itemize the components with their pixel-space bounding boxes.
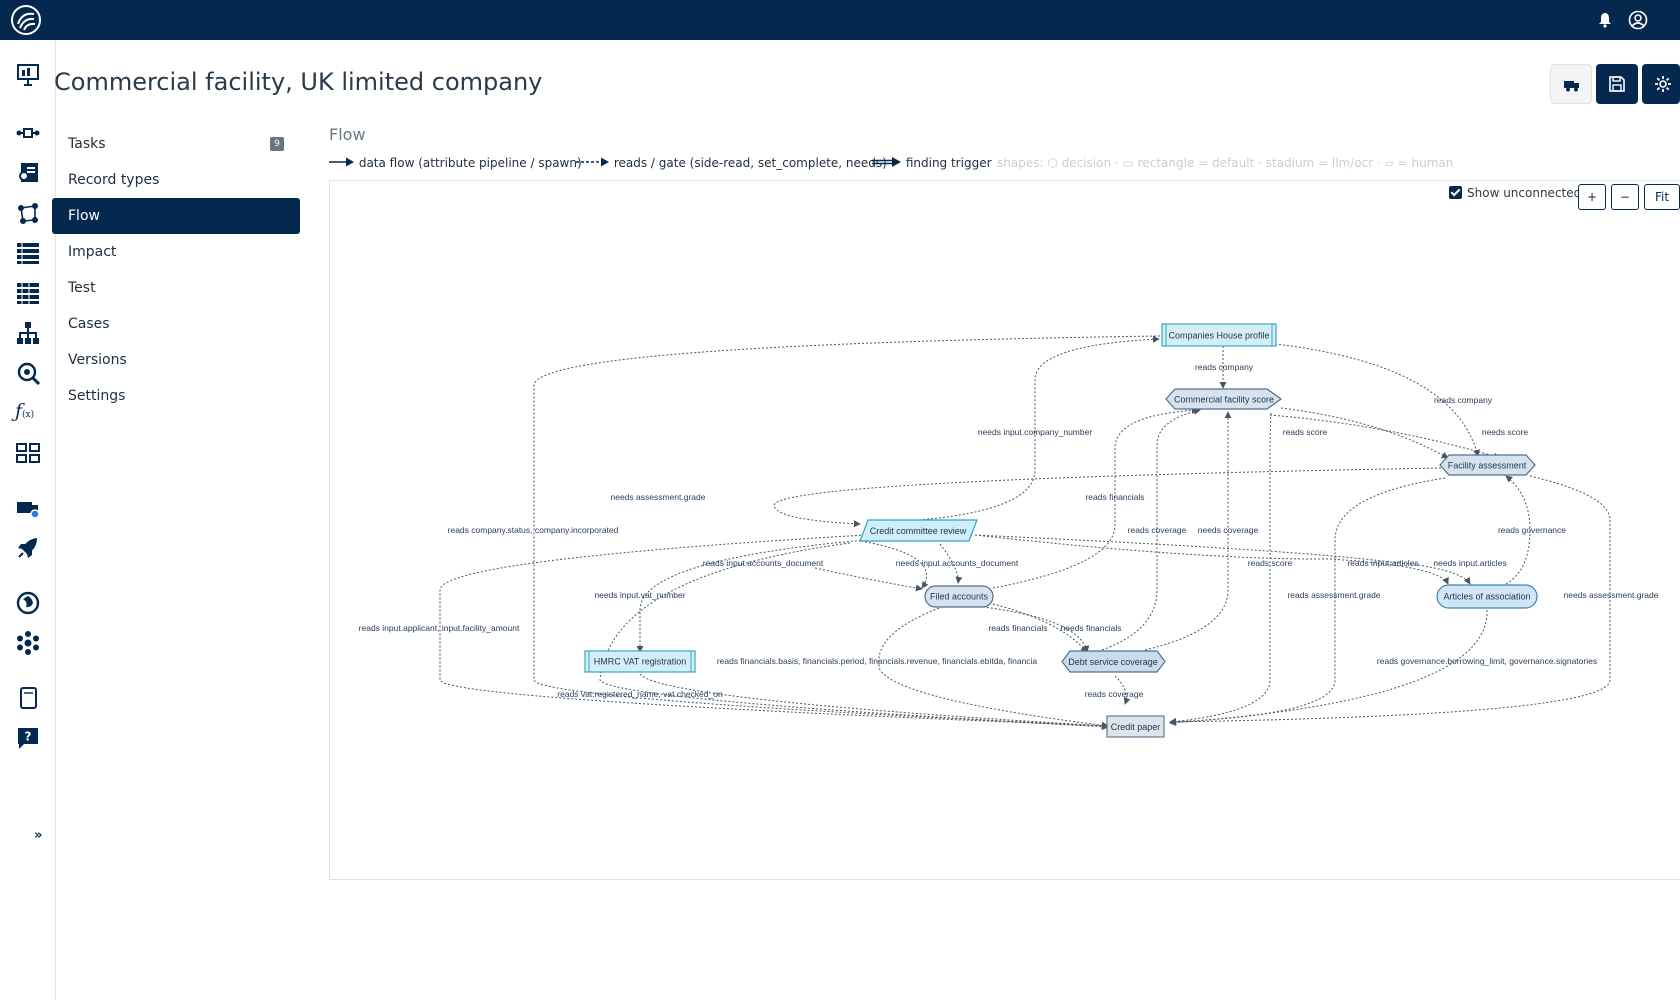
edge-label: needs financials [1061,623,1122,633]
node-label: Credit paper [1111,722,1161,732]
node-credit-paper[interactable]: Credit paper [1106,715,1165,738]
node-label: Facility assessment [1448,461,1527,471]
edge-label: reads coverage [1085,689,1144,699]
node-label: Companies House profile [1168,331,1269,341]
node-label: Commercial facility score [1174,395,1274,405]
edge-label: reads financials [988,623,1047,633]
node-commercial-score[interactable]: Commercial facility score [1165,388,1283,410]
edge-label: reads company [1434,395,1493,405]
node-label: Debt service coverage [1068,657,1158,667]
edge-label: reads input.applicant, input.facility_am… [359,623,520,633]
edge-label: needs input.company_number [978,427,1093,437]
edge-label: needs coverage [1198,525,1259,535]
edge-label: needs input.articles [1433,558,1506,568]
node-label: Articles of association [1443,592,1530,602]
edge-label: reads financials [1085,492,1144,502]
edge-label: reads score [1283,427,1328,437]
node-facility-assessment[interactable]: Facility assessment [1439,454,1536,476]
edge-label: needs input.accounts_document [896,558,1019,568]
node-credit-committee[interactable]: Credit committee review [859,519,978,542]
edge [1169,475,1611,726]
node-filed-accounts[interactable]: Filed accounts [924,585,994,608]
node-companies-house[interactable]: Companies House profile [1161,323,1277,347]
node-articles[interactable]: Articles of association [1436,584,1538,609]
node-label: HMRC VAT registration [594,657,687,667]
edge-label: reads assessment.grade [1287,590,1380,600]
edge-label: reads score [1248,558,1293,568]
edge [1169,609,1488,727]
edge-label: reads financials.basis, financials.perio… [717,656,1038,666]
edge-label: needs score [1482,427,1529,437]
edge-label: needs assessment.grade [1564,590,1659,600]
node-label: Credit committee review [870,526,967,536]
edge [599,542,1109,731]
node-debt-service[interactable]: Debt service coverage [1061,650,1166,673]
edge-label: reads coverage [1128,525,1187,535]
edge [814,567,923,592]
edge-label: reads vat.registered_name, vat.checked_o… [557,689,723,699]
node-hmrc-vat[interactable]: HMRC VAT registration [584,650,696,673]
edge-label: reads company.status, company.incorporat… [448,525,619,535]
edge-label: reads company [1195,362,1254,372]
edge-label: reads input.articles [1347,558,1418,568]
edge-label: reads governance.borrowing_limit, govern… [1377,656,1597,666]
node-label: Filed accounts [930,592,989,602]
edge-label: needs assessment.grade [611,492,706,502]
edge-label: needs input.vat_number [594,590,685,600]
flow-graph: Companies House profile Commercial facil… [359,323,1659,738]
edge-label: reads governance [1498,525,1566,535]
edge-label: reads input.accounts_document [703,558,824,568]
edge-labels: reads company reads company needs input.… [359,362,1659,699]
